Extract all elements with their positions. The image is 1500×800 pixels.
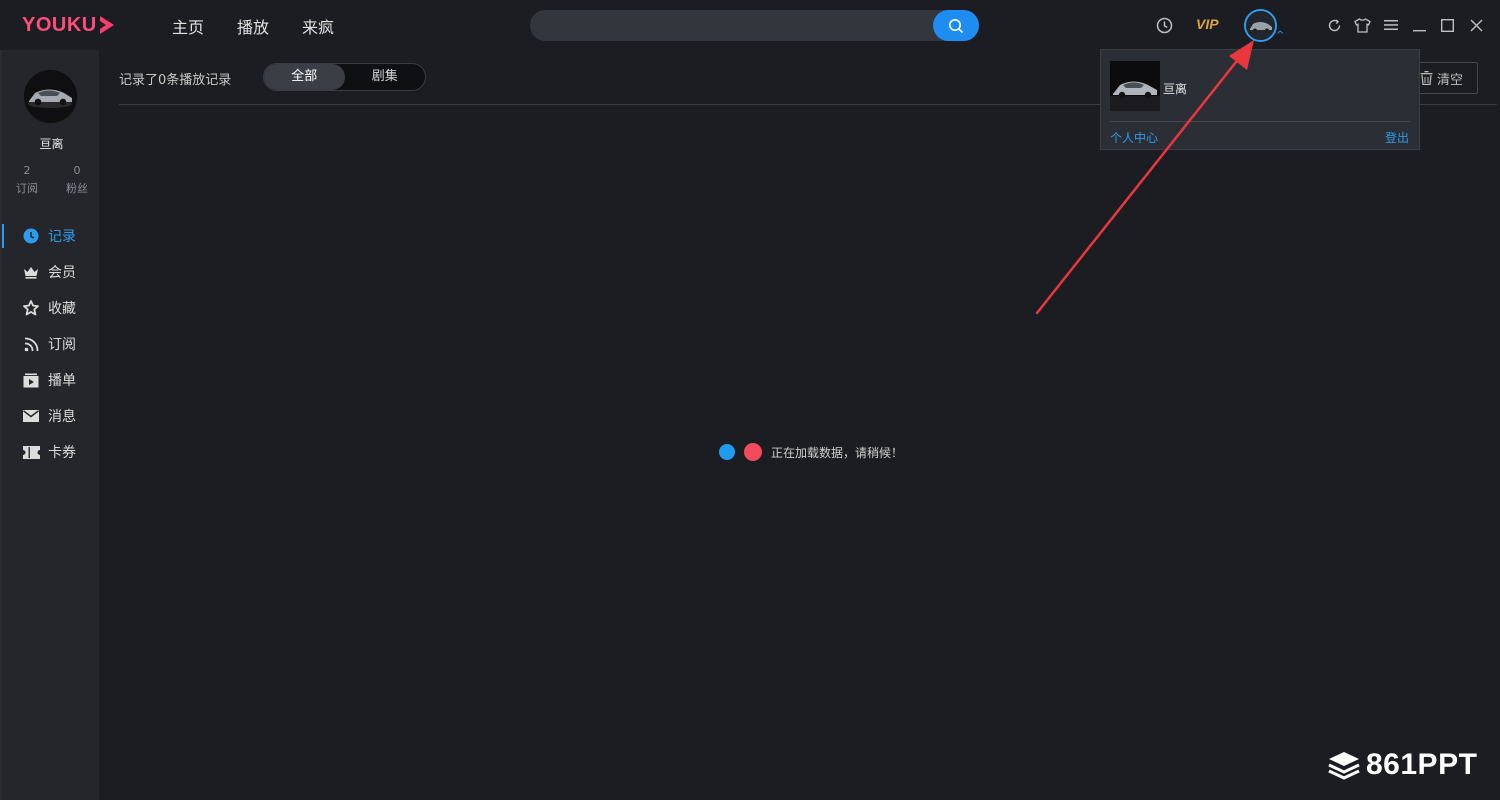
dropdown-divider <box>1110 121 1410 122</box>
tshirt-icon <box>1353 17 1371 33</box>
maximize-icon <box>1440 18 1454 32</box>
logout-link[interactable]: 登出 <box>1385 129 1409 146</box>
playlist-icon <box>22 371 40 389</box>
sidebar-item-coupons[interactable]: 卡券 <box>2 434 101 470</box>
sidebar-item-subscriptions[interactable]: 订阅 <box>2 326 101 362</box>
title-bar: YOUKU 主页 播放 来疯 VIP ^ <box>0 0 1500 50</box>
sidebar-item-label: 收藏 <box>48 301 76 317</box>
subscription-count: 2 <box>23 164 31 177</box>
fans-count: 0 <box>73 164 81 177</box>
sidebar-item-label: 消息 <box>48 409 76 425</box>
crown-icon <box>22 263 40 281</box>
fans-label: 粉丝 <box>66 182 88 195</box>
sidebar-item-label: 卡券 <box>48 445 76 461</box>
car-avatar-icon <box>1110 61 1160 111</box>
history-button[interactable] <box>1154 15 1174 35</box>
watermark-text: 861PPT <box>1366 748 1478 781</box>
subscription-stat[interactable]: 2 订阅 <box>7 162 47 198</box>
dropdown-avatar[interactable] <box>1110 61 1160 111</box>
filter-tabs: 全部 剧集 <box>263 63 426 91</box>
mail-icon <box>22 407 40 425</box>
maximize-button[interactable] <box>1437 15 1457 35</box>
user-avatar-button[interactable] <box>1244 9 1277 42</box>
sidebar-menu: 记录 会员 收藏 订阅 播单 消息 卡券 <box>2 218 101 470</box>
loading-dot-red <box>744 443 762 461</box>
logo-text: YOUKU <box>22 13 97 36</box>
skin-button[interactable] <box>1352 15 1372 35</box>
car-avatar-icon <box>1246 11 1275 40</box>
profile-name: 亘离 <box>39 137 64 151</box>
profile-avatar[interactable] <box>24 70 77 123</box>
search-box[interactable] <box>530 10 979 41</box>
search-input[interactable] <box>544 10 924 41</box>
sidebar-item-label: 播单 <box>48 373 76 389</box>
sidebar-item-playlists[interactable]: 播单 <box>2 362 101 398</box>
loading-dot-blue <box>719 444 735 460</box>
close-button[interactable] <box>1466 15 1486 35</box>
user-dropdown: 亘离 个人中心 登出 <box>1100 49 1420 150</box>
dropdown-username: 亘离 <box>1163 82 1188 96</box>
youku-logo[interactable]: YOUKU <box>22 12 114 38</box>
record-count-text: 记录了0条播放记录 <box>119 73 232 88</box>
sidebar-item-favorites[interactable]: 收藏 <box>2 290 101 326</box>
trash-icon <box>1420 71 1433 85</box>
sidebar: 亘离 2 订阅 0 粉丝 记录 会员 收藏 订阅 播单 消息 卡券 <box>0 50 99 800</box>
nav-home[interactable]: 主页 <box>172 14 204 38</box>
sidebar-item-messages[interactable]: 消息 <box>2 398 101 434</box>
refresh-button[interactable] <box>1324 15 1344 35</box>
car-avatar-icon <box>24 70 77 123</box>
chevron-up-icon: ^ <box>1276 30 1285 41</box>
subscription-label: 订阅 <box>16 182 38 195</box>
vip-button[interactable]: VIP <box>1196 16 1219 32</box>
close-icon <box>1470 19 1482 31</box>
tab-series[interactable]: 剧集 <box>345 64 426 90</box>
sidebar-item-label: 会员 <box>48 265 76 281</box>
loading-text: 正在加载数据，请稍候！ <box>771 445 904 460</box>
star-icon <box>22 299 40 317</box>
ticket-icon <box>22 443 40 461</box>
sidebar-item-vip[interactable]: 会员 <box>2 254 101 290</box>
search-button[interactable] <box>933 10 979 41</box>
sidebar-item-label: 记录 <box>48 229 76 245</box>
menu-button[interactable] <box>1381 15 1401 35</box>
main-nav: 主页 播放 来疯 <box>172 14 334 38</box>
clear-label: 清空 <box>1436 72 1463 88</box>
history-panel: 记录了0条播放记录 全部 剧集 清空 正在加载数据，请稍候！ <box>99 50 1500 800</box>
loading-indicator: 正在加载数据，请稍候！ <box>719 443 903 461</box>
rss-icon <box>22 335 40 353</box>
watermark: 861PPT <box>1328 748 1477 782</box>
sidebar-item-history[interactable]: 记录 <box>2 218 101 254</box>
sidebar-item-label: 订阅 <box>48 337 76 353</box>
clock-icon <box>1156 17 1172 33</box>
search-icon <box>949 18 963 33</box>
hamburger-icon <box>1384 20 1398 30</box>
nav-laifeng[interactable]: 来疯 <box>302 14 334 38</box>
fans-stat[interactable]: 0 粉丝 <box>57 162 97 198</box>
tab-all[interactable]: 全部 <box>264 64 345 90</box>
profile-center-link[interactable]: 个人中心 <box>1110 129 1158 146</box>
clock-icon <box>22 227 40 245</box>
minimize-icon <box>1412 29 1426 31</box>
logo-play-icon <box>99 16 114 34</box>
refresh-icon <box>1328 18 1340 31</box>
minimize-button[interactable] <box>1409 15 1429 35</box>
layers-icon <box>1328 752 1360 780</box>
nav-play[interactable]: 播放 <box>237 14 269 38</box>
